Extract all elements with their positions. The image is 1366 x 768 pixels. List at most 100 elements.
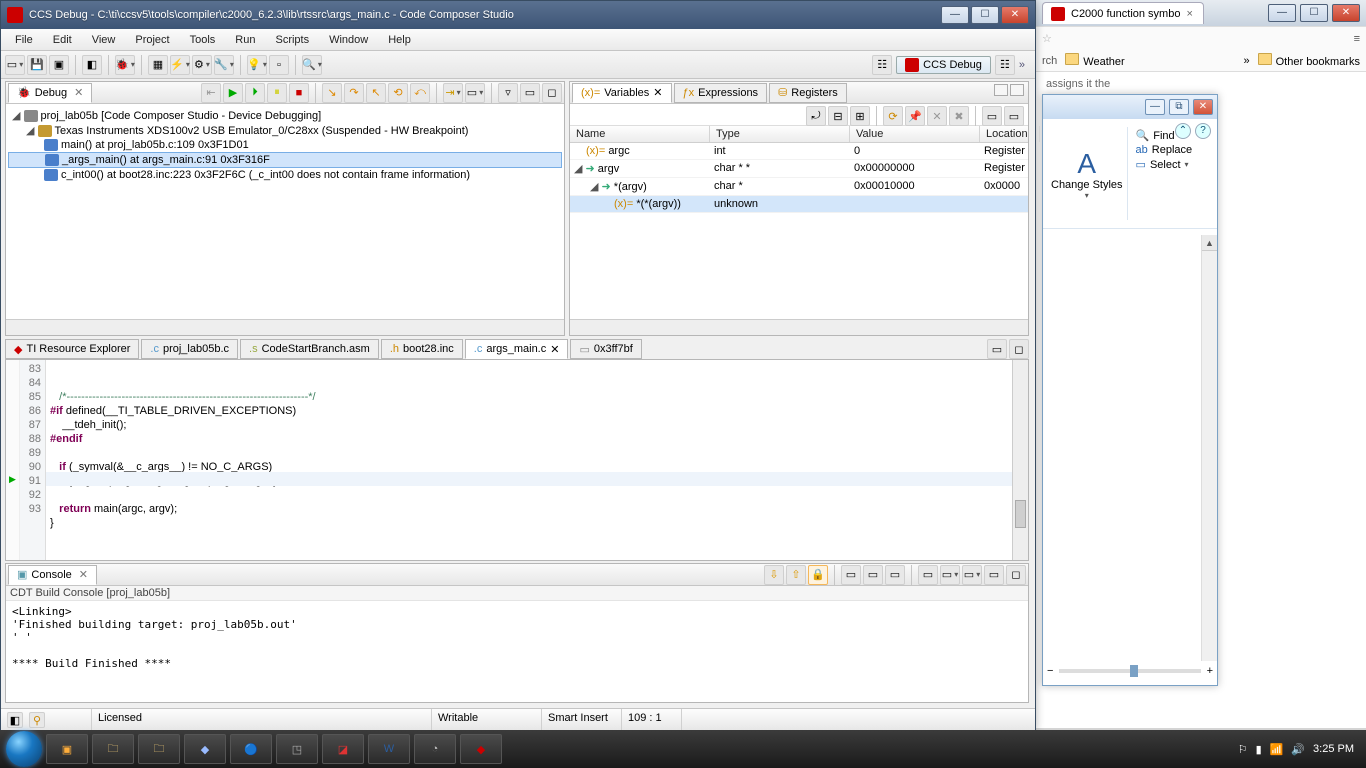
chrome-tab[interactable]: C2000 function symbo × [1042, 2, 1204, 24]
col-type[interactable]: Type [710, 126, 850, 142]
menu-tools[interactable]: Tools [182, 32, 224, 48]
suspend-button[interactable]: ⏸ [267, 83, 287, 103]
var-row[interactable]: ➜ *(argv)char *0x000100000x0000 [570, 178, 1028, 196]
star-icon[interactable]: ☆ [1042, 32, 1052, 45]
h-scrollbar[interactable] [570, 319, 1028, 335]
tab-registers[interactable]: ⛁Registers [769, 83, 847, 103]
menu-project[interactable]: Project [127, 32, 177, 48]
display-button[interactable]: ▭ [940, 565, 960, 585]
chrome-close-button[interactable]: ✕ [1332, 4, 1360, 22]
show-types-button[interactable]: ⤾ [806, 106, 826, 126]
remove-button[interactable]: ✕ [927, 106, 947, 126]
marker-ruler[interactable]: ▶ [6, 360, 20, 560]
debug-button[interactable]: 🐞 [115, 55, 135, 75]
pin-button[interactable]: 📌 [905, 106, 925, 126]
bookmark-weather[interactable]: Weather [1065, 53, 1124, 68]
stack-frame-selected[interactable]: _args_main() at args_main.c:91 0x3F316F [8, 152, 562, 168]
skip-bp-button[interactable]: ⇤ [201, 83, 221, 103]
ribbon-minimize-icon[interactable]: ⌃ [1175, 123, 1191, 139]
editor-tab[interactable]: .hboot28.inc [381, 339, 463, 359]
bulb-button[interactable]: 💡 [247, 55, 267, 75]
zoom-out-button[interactable]: − [1047, 665, 1053, 677]
taskbar-app[interactable]: ▣ [46, 734, 88, 764]
maximize-view-button[interactable]: ◻ [1006, 565, 1026, 585]
help-icon[interactable]: ? [1195, 123, 1211, 139]
step-over-button[interactable]: ↷ [344, 83, 364, 103]
ccs-titlebar[interactable]: CCS Debug - C:\ti\ccsv5\tools\compiler\c… [1, 1, 1035, 29]
scroll-thumb[interactable] [1015, 500, 1026, 528]
maximize-editor-button[interactable]: ◻ [1009, 339, 1029, 359]
new-button[interactable]: ▭ [5, 55, 25, 75]
expand-toggle[interactable] [574, 163, 586, 175]
resume-button[interactable]: ▶ [223, 83, 243, 103]
debug-tab[interactable]: 🐞 Debug ✕ [8, 83, 92, 103]
code-area[interactable]: /*--------------------------------------… [46, 360, 1012, 560]
box-button[interactable]: ◧ [82, 55, 102, 75]
close-tab-icon[interactable]: ✕ [653, 86, 662, 99]
stack-frame[interactable]: main() at proj_lab05b.c:109 0x3F1D01 [8, 138, 562, 152]
bookmarks-overflow[interactable]: » [1244, 55, 1250, 67]
maximize-button[interactable]: ☐ [971, 6, 999, 24]
taskbar-app[interactable]: ◳ [276, 734, 318, 764]
scroll-up-icon[interactable]: ▲ [1202, 235, 1217, 251]
clear-button[interactable]: ▭ [841, 565, 861, 585]
close-tab-icon[interactable]: × [1186, 8, 1192, 20]
expand-toggle[interactable] [590, 181, 602, 193]
editor-tab[interactable]: ▭0x3ff7bf [570, 339, 641, 359]
close-view-icon[interactable]: ✕ [74, 86, 83, 99]
menu-edit[interactable]: Edit [45, 32, 80, 48]
pin-button[interactable]: ▭ [863, 565, 883, 585]
minimize-button[interactable]: — [941, 6, 969, 24]
menu-scripts[interactable]: Scripts [267, 32, 317, 48]
variables-body[interactable]: (x)= argcint0Register ➜ argvchar * *0x00… [570, 143, 1028, 213]
editor-tab[interactable]: .sCodeStartBranch.asm [240, 339, 379, 359]
close-view-icon[interactable]: ✕ [79, 568, 88, 581]
taskbar-app[interactable]: ◔ [414, 734, 456, 764]
debug-launch-node[interactable]: proj_lab05b [Code Composer Studio - Devi… [8, 108, 562, 123]
col-value[interactable]: Value [850, 126, 980, 142]
taskbar-explorer2[interactable]: 🗀 [138, 734, 180, 764]
replace-button[interactable]: abReplace [1136, 144, 1193, 156]
zoom-slider[interactable] [1059, 669, 1200, 673]
tray-volume-icon[interactable]: 🔊 [1291, 743, 1305, 756]
close-button[interactable]: ✕ [1001, 6, 1029, 24]
new-console-button[interactable]: ▭ [918, 565, 938, 585]
wrench-icon[interactable]: ≡ [1354, 33, 1360, 45]
tool-button[interactable]: 🔧 [214, 55, 234, 75]
saveall-button[interactable]: ▣ [49, 55, 69, 75]
tray-clock[interactable]: 3:25 PM [1313, 743, 1354, 755]
taskbar-word[interactable]: W [368, 734, 410, 764]
resume2-button[interactable]: ⏵ [245, 83, 265, 103]
asm-step-button[interactable]: ▭ [465, 83, 485, 103]
tab-expressions[interactable]: ƒxExpressions [674, 83, 768, 103]
chrome-max-button[interactable]: ☐ [1300, 4, 1328, 22]
save-button[interactable]: 💾 [27, 55, 47, 75]
run-to-button[interactable]: ⇥ [443, 83, 463, 103]
misc-button[interactable]: ▫ [269, 55, 289, 75]
maximize-view-button[interactable]: ◻ [542, 83, 562, 103]
close-tab-icon[interactable]: ✕ [550, 343, 559, 356]
taskbar-chrome[interactable]: 🔵 [230, 734, 272, 764]
editor-tab-active[interactable]: .cargs_main.c✕ [465, 339, 569, 359]
col-location[interactable]: Location [980, 126, 1040, 142]
code-editor[interactable]: ▶ 8384858687888990919293 /*-------------… [5, 359, 1029, 561]
menu-window[interactable]: Window [321, 32, 376, 48]
minimize-view-button[interactable]: ▭ [520, 83, 540, 103]
expand-button[interactable]: ⊞ [850, 106, 870, 126]
search-button[interactable]: 🔍 [302, 55, 322, 75]
editor-tab[interactable]: ◆TI Resource Explorer [5, 339, 139, 359]
menu-help[interactable]: Help [380, 32, 419, 48]
perspective-other[interactable]: ☷ [995, 55, 1015, 75]
perspective-overflow-icon[interactable]: » [1019, 59, 1025, 71]
select-button[interactable]: ▭Select▾ [1136, 158, 1193, 171]
next-button[interactable]: ⇧ [786, 565, 806, 585]
new-watch-button[interactable]: ▭ [982, 106, 1002, 126]
menu-run[interactable]: Run [227, 32, 263, 48]
flash-button[interactable]: ⚡ [170, 55, 190, 75]
prev-button[interactable]: ⇩ [764, 565, 784, 585]
view-menu-button[interactable]: ▿ [498, 83, 518, 103]
stack-frame[interactable]: c_int00() at boot28.inc:223 0x3F2F6C (_c… [8, 168, 562, 182]
minimize-view-icon[interactable] [994, 84, 1008, 96]
var-row-selected[interactable]: (x)= *(*(argv))unknown [570, 196, 1028, 213]
refresh-button[interactable]: ⟳ [883, 106, 903, 126]
